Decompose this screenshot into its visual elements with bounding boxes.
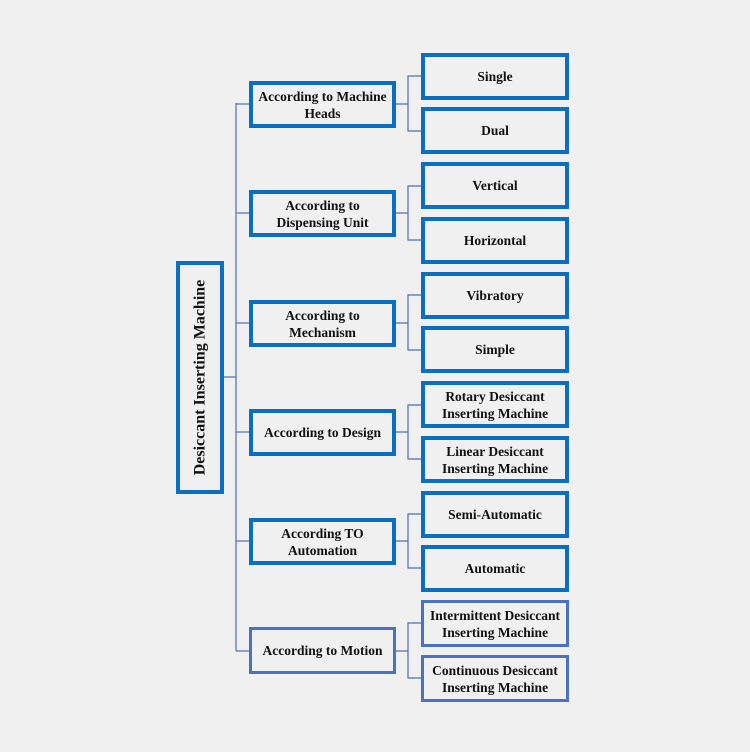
leaf-connector [396, 185, 421, 241]
root-node: Desiccant Inserting Machine [176, 261, 224, 494]
leaf-connector [396, 513, 421, 569]
leaf-connector [396, 75, 421, 132]
category-dispensing-unit: According to Dispensing Unit [249, 190, 396, 237]
leaf-semi-automatic: Semi-Automatic [421, 491, 569, 538]
leaf-connector [396, 404, 421, 460]
leaf-dual: Dual [421, 107, 569, 154]
category-mechanism: According to Mechanism [249, 300, 396, 347]
leaf-connector [396, 294, 421, 351]
leaf-intermittent: Intermittent Desiccant Inserting Machine [421, 600, 569, 647]
leaf-single: Single [421, 53, 569, 100]
leaf-continuous: Continuous Desiccant Inserting Machine [421, 655, 569, 702]
category-motion: According to Motion [249, 627, 396, 674]
root-label: Desiccant Inserting Machine [191, 279, 209, 476]
leaf-automatic: Automatic [421, 545, 569, 592]
leaf-horizontal: Horizontal [421, 217, 569, 264]
leaf-vibratory: Vibratory [421, 272, 569, 319]
leaf-rotary: Rotary Desiccant Inserting Machine [421, 381, 569, 428]
category-machine-heads: According to Machine Heads [249, 81, 396, 128]
leaf-linear: Linear Desiccant Inserting Machine [421, 436, 569, 483]
leaf-connector [396, 622, 421, 679]
category-automation: According TO Automation [249, 518, 396, 565]
leaf-simple: Simple [421, 326, 569, 373]
leaf-vertical: Vertical [421, 162, 569, 209]
category-design: According to Design [249, 409, 396, 456]
